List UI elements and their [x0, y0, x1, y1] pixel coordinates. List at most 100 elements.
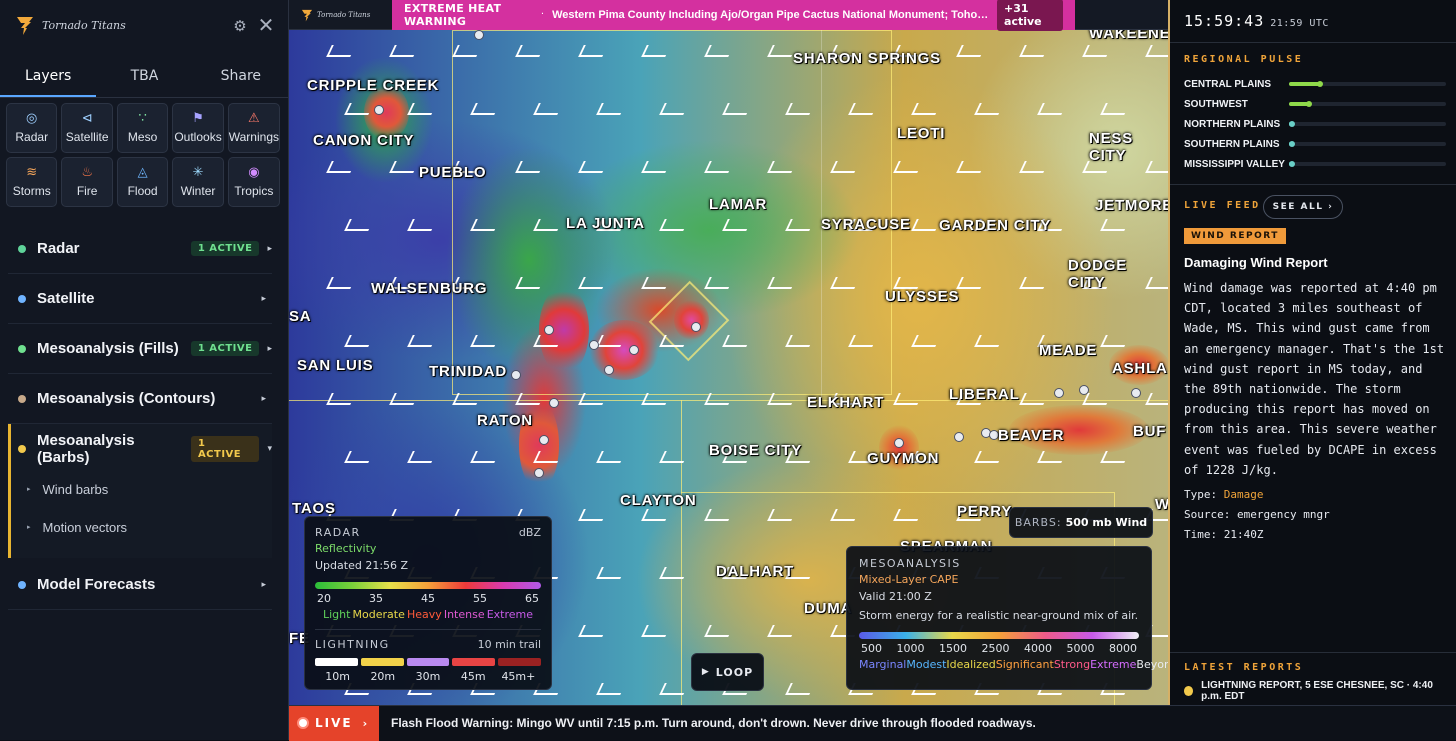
- live-badge[interactable]: LIVE ›: [289, 705, 379, 741]
- alert-type: EXTREME HEAT WARNING: [404, 1, 502, 28]
- expand-arrow-icon[interactable]: ▸: [267, 344, 272, 354]
- layer-button-radar[interactable]: ◎ Radar: [6, 103, 58, 153]
- city-label: SHARON SPRINGS: [793, 50, 941, 67]
- city-label: LIBERAL: [949, 386, 1020, 403]
- layer-button-tropics[interactable]: ◉ Tropics: [227, 157, 280, 207]
- report-marker[interactable]: [1079, 385, 1089, 395]
- layer-button-warnings[interactable]: ⚠ Warnings: [227, 103, 280, 153]
- wind-barb: [1100, 335, 1130, 347]
- cape-tick: 1000: [896, 642, 925, 655]
- feed-title[interactable]: Damaging Wind Report: [1184, 255, 1328, 270]
- report-marker[interactable]: [474, 30, 484, 40]
- barbs-chip-key: BARBS:: [1014, 516, 1062, 529]
- layer-row-radar[interactable]: Radar 1 ACTIVE ▸: [8, 224, 272, 274]
- clock: 15:59:43 21:59 UTC: [1184, 12, 1329, 30]
- wind-barb: [767, 393, 797, 405]
- layer-button-label: Meso: [127, 130, 158, 144]
- ticker-text[interactable]: Flash Flood Warning: Mingo WV until 7:15…: [391, 716, 1036, 730]
- wind-barb: [1037, 451, 1067, 463]
- active-badge: 1 ACTIVE: [190, 241, 260, 256]
- time-label: Time:: [1184, 528, 1218, 541]
- lightning-trail: 10 min trail: [477, 638, 541, 651]
- tab-share[interactable]: Share: [193, 58, 289, 97]
- wind-barb: [1019, 277, 1049, 289]
- region-row[interactable]: NORTHERN PLAINS: [1184, 114, 1446, 134]
- region-row[interactable]: MISSISSIPPI VALLEY: [1184, 154, 1446, 174]
- warning-icon: ⚠: [248, 111, 260, 126]
- time-value: 21:40Z: [1223, 528, 1264, 541]
- layer-row-mesoanalysis-barbs[interactable]: Mesoanalysis (Barbs) 1 ACTIVE ▾: [8, 424, 272, 474]
- chevron-right-icon: ›: [362, 716, 368, 730]
- close-icon[interactable]: ✕: [256, 15, 276, 35]
- sublayer-motion-vectors[interactable]: ▸ Motion vectors: [11, 508, 272, 546]
- report-marker[interactable]: [954, 432, 964, 442]
- layer-button-winter[interactable]: ✳ Winter: [172, 157, 224, 207]
- layer-button-outlooks[interactable]: ⚑ Outlooks: [172, 103, 224, 153]
- report-marker[interactable]: [604, 365, 614, 375]
- region-name: NORTHERN PLAINS: [1184, 118, 1281, 130]
- tornado-logo-icon: [301, 9, 313, 21]
- region-name: MISSISSIPPI VALLEY: [1184, 158, 1285, 170]
- report-marker[interactable]: [629, 345, 639, 355]
- report-marker[interactable]: [589, 340, 599, 350]
- report-marker[interactable]: [539, 435, 549, 445]
- alert-banner[interactable]: EXTREME HEAT WARNING · Western Pima Coun…: [392, 0, 1075, 31]
- barbs-chip[interactable]: BARBS: 500 mb Wind: [1009, 507, 1153, 538]
- layer-button-satellite[interactable]: ⊲ Satellite: [61, 103, 113, 153]
- city-label: LEOTI: [897, 125, 946, 142]
- reflectivity-tick: 65: [525, 592, 539, 605]
- report-marker[interactable]: [511, 370, 521, 380]
- city-label: DALHART: [716, 563, 795, 580]
- lightning-age-label: 30m: [415, 670, 441, 683]
- wind-barb: [1100, 103, 1130, 115]
- cape-tick: 1500: [939, 642, 967, 655]
- layer-row-satellite[interactable]: Satellite ▸: [8, 274, 272, 324]
- layer-button-fire[interactable]: ♨ Fire: [61, 157, 113, 207]
- layer-button-storms[interactable]: ≋ Storms: [6, 157, 58, 207]
- wind-barb: [893, 393, 923, 405]
- sublayer-wind-barbs[interactable]: ▸ Wind barbs: [11, 470, 272, 508]
- tab-layers[interactable]: Layers: [0, 58, 97, 97]
- live-ticker: LIVE › Flash Flood Warning: Mingo WV unt…: [289, 705, 1456, 741]
- expand-arrow-icon[interactable]: ▸: [261, 580, 266, 590]
- alert-separator: ·: [540, 9, 545, 20]
- region-row[interactable]: SOUTHERN PLAINS: [1184, 134, 1446, 154]
- wind-barb: [326, 161, 356, 173]
- layer-row-mesoanalysis-contours[interactable]: Mesoanalysis (Contours) ▸: [8, 374, 272, 424]
- feed-body: Wind damage was reported at 4:40 pm CDT,…: [1184, 281, 1445, 477]
- tornado-logo-icon: [17, 17, 33, 35]
- see-all-button[interactable]: SEE ALL ›: [1263, 195, 1343, 219]
- reflectivity-label: Moderate: [352, 608, 405, 621]
- layer-model-forecasts[interactable]: Model Forecasts ▸: [8, 560, 272, 610]
- layer-button-label: Fire: [76, 184, 98, 198]
- report-marker[interactable]: [691, 322, 701, 332]
- report-marker[interactable]: [374, 105, 384, 115]
- report-marker[interactable]: [549, 398, 559, 408]
- city-label: PERRY: [957, 503, 1013, 520]
- lightning-age-swatch: [406, 658, 450, 666]
- report-marker[interactable]: [534, 468, 544, 478]
- gear-icon[interactable]: ⚙: [232, 18, 248, 34]
- region-row[interactable]: SOUTHWEST: [1184, 94, 1446, 114]
- cape-color-bar: [859, 632, 1139, 639]
- layer-row-mesoanalysis-fills[interactable]: Mesoanalysis (Fills) 1 ACTIVE ▸: [8, 324, 272, 374]
- expand-arrow-icon[interactable]: ▸: [261, 394, 266, 404]
- layer-button-meso[interactable]: ∵ Meso: [116, 103, 169, 153]
- active-alerts-count[interactable]: +31 active: [997, 0, 1063, 31]
- wind-barb: [659, 451, 689, 463]
- reflectivity-tick: 20: [317, 592, 331, 605]
- report-marker[interactable]: [1054, 388, 1064, 398]
- layer-button-flood[interactable]: ◬ Flood: [116, 157, 169, 207]
- report-marker[interactable]: [1131, 388, 1141, 398]
- expand-arrow-icon[interactable]: ▸: [267, 244, 272, 254]
- tab-tba[interactable]: TBA: [96, 58, 192, 97]
- loop-button[interactable]: ▶ LOOP: [691, 653, 764, 691]
- expand-arrow-icon[interactable]: ▸: [261, 294, 266, 304]
- latest-report-item[interactable]: LIGHTNING REPORT, 5 ESE CHESNEE, SC · 4:…: [1184, 680, 1456, 702]
- region-row[interactable]: CENTRAL PLAINS: [1184, 74, 1446, 94]
- report-marker[interactable]: [894, 438, 904, 448]
- meso-product: Mixed-Layer CAPE: [859, 573, 959, 586]
- expand-arrow-icon[interactable]: ▾: [267, 444, 272, 454]
- report-marker[interactable]: [544, 325, 554, 335]
- region-activity-bar: [1289, 161, 1446, 167]
